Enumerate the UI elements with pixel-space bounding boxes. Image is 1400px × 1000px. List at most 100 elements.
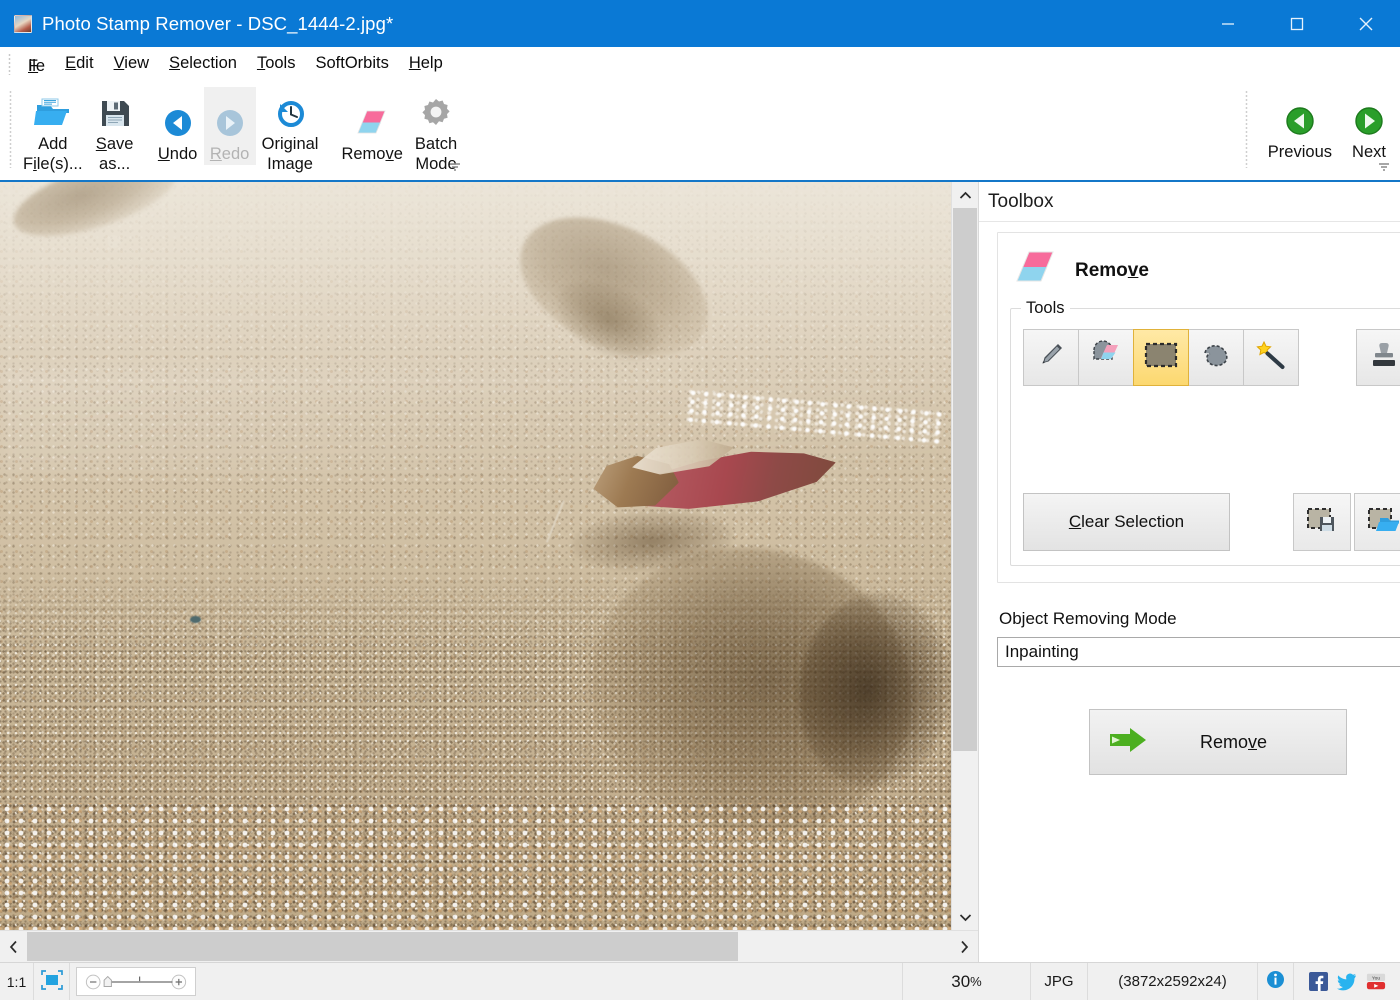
toolbar-button-redo[interactable]: Redo <box>203 87 256 165</box>
minimize-button[interactable] <box>1193 0 1262 47</box>
window-title: Photo Stamp Remover - DSC_1444-2.jpg* <box>42 12 394 34</box>
horizontal-scroll-thumb[interactable] <box>27 932 739 961</box>
save-selection-icon <box>1306 506 1338 539</box>
toolbar-file-group: Add File(s)... Save as... Undo Redo Orig… <box>17 80 463 180</box>
toolbar-button-next[interactable]: Next <box>1338 87 1400 163</box>
vertical-scroll-track[interactable] <box>952 208 978 904</box>
toolbar-label-next: Next <box>1352 143 1386 161</box>
tool-button-rectangle-selection[interactable] <box>1133 329 1189 386</box>
remove-panel-header: Remove <box>1014 249 1400 292</box>
remove-button-label: Remove <box>1199 731 1268 752</box>
horizontal-scroll-track[interactable] <box>27 931 951 962</box>
file-format-display: JPG <box>1031 963 1088 1000</box>
tool-button-eraser[interactable] <box>1078 329 1134 386</box>
save-selection-button[interactable] <box>1293 493 1351 551</box>
menu-item-softorbits[interactable]: SoftOrbits <box>305 51 398 76</box>
remove-button[interactable]: Remove <box>1088 709 1347 775</box>
tool-button-magic-wand[interactable] <box>1243 329 1299 386</box>
remove-action-row: Remove <box>997 709 1400 775</box>
object-removing-mode-label: Object Removing Mode <box>999 609 1177 628</box>
status-bar: 1:1 30% JPG (3872x2592x24) You <box>0 962 1400 1000</box>
fit-to-window-button[interactable] <box>34 963 70 1000</box>
tool-button-lasso-selection[interactable] <box>1188 329 1244 386</box>
toolbox-header: Toolbox × <box>979 182 1400 222</box>
green-arrow-icon <box>1108 725 1150 760</box>
menu-item-tools[interactable]: Tools <box>247 51 306 76</box>
toolbar-label-remove: Remove <box>341 145 403 163</box>
gear-icon <box>419 92 453 134</box>
horizontal-scrollbar[interactable] <box>0 930 978 962</box>
remove-panel: Remove Tools Clear Selection <box>997 232 1400 583</box>
toolbar-grip-icon <box>9 90 12 168</box>
menu-item-view[interactable]: View <box>104 51 159 76</box>
menu-item-selection[interactable]: Selection <box>159 51 247 76</box>
title-bar: Photo Stamp Remover - DSC_1444-2.jpg* <box>0 0 1400 47</box>
status-bar-message-area <box>202 963 903 1000</box>
zoom-slider[interactable] <box>76 967 196 996</box>
scroll-left-chevron-icon[interactable] <box>0 931 27 962</box>
tool-button-clone-stamp[interactable] <box>1356 329 1400 386</box>
marker-pencil-icon <box>1036 340 1066 375</box>
toolbar-label-save-as-line1: Save <box>95 135 134 153</box>
toolbar-overflow-chevron-icon[interactable] <box>448 162 462 175</box>
toolbar-label-previous: Previous <box>1267 143 1332 161</box>
maximize-button[interactable] <box>1262 0 1331 47</box>
load-selection-icon <box>1367 506 1399 539</box>
eraser-icon <box>1014 249 1058 292</box>
info-icon <box>1266 970 1285 993</box>
scroll-down-chevron-icon[interactable] <box>952 904 978 930</box>
toolbar-label-redo: Redo <box>209 145 250 163</box>
vertical-scrollbar[interactable] <box>951 182 978 930</box>
photo-thumbnail-icon <box>14 14 32 33</box>
toolbar-navigation-group: Previous Next <box>1236 80 1400 180</box>
menu-item-file[interactable]: FFileile <box>18 49 55 79</box>
toolbar-label-undo: Undo <box>157 145 198 163</box>
facebook-icon[interactable] <box>1308 972 1328 992</box>
floppy-disk-icon <box>98 92 132 134</box>
toolbar-label-add-files-line1: Add <box>38 135 68 153</box>
selection-actions-row: Clear Selection <box>1023 493 1400 551</box>
green-left-arrow-icon <box>1284 100 1316 142</box>
zoom-percent-value: 30 <box>951 971 971 991</box>
toolbar-button-original-image[interactable]: Original Image <box>256 87 325 175</box>
zoom-percent-unit: % <box>970 974 982 989</box>
toolbar-button-previous[interactable]: Previous <box>1262 87 1338 163</box>
clear-selection-button[interactable]: Clear Selection <box>1023 493 1230 551</box>
object-removing-mode-select[interactable]: Inpainting <box>997 637 1400 667</box>
small-pebble <box>190 615 202 623</box>
menu-item-edit[interactable]: Edit <box>55 51 103 76</box>
vertical-scroll-thumb[interactable] <box>953 208 977 751</box>
toolbox-content: Remove Tools Clear Selection Object Remo… <box>979 222 1400 962</box>
tool-button-marker[interactable] <box>1023 329 1079 386</box>
undo-arrow-icon <box>162 102 194 144</box>
social-links: You <box>1294 963 1400 1000</box>
load-selection-button[interactable] <box>1354 493 1400 551</box>
toolbar-button-undo[interactable]: Undo <box>152 87 204 165</box>
toolbar-button-remove[interactable]: Remove <box>335 87 408 165</box>
close-button[interactable] <box>1331 0 1400 47</box>
eraser-selection-icon <box>1090 340 1122 375</box>
twitter-icon[interactable] <box>1337 972 1357 992</box>
window-controls <box>1193 0 1400 47</box>
fit-to-window-icon <box>40 969 63 994</box>
toolbar-nav-overflow-chevron-icon[interactable] <box>1377 162 1391 175</box>
toolbox-panel: Toolbox × Remove <box>978 182 1400 962</box>
toolbar-nav-grip-icon <box>1244 90 1248 168</box>
toolbar-button-add-files[interactable]: Add File(s)... <box>17 87 89 175</box>
foreground-shell-debris <box>0 802 951 930</box>
open-folder-icon <box>33 92 73 134</box>
scroll-up-chevron-icon[interactable] <box>952 182 978 208</box>
clear-selection-label: Clear Selection <box>1068 512 1185 531</box>
toolbar-label-add-files-line2: File(s)... <box>23 155 83 173</box>
info-button[interactable] <box>1258 963 1294 1000</box>
menu-bar: FFileile Edit View Selection Tools SoftO… <box>0 47 1400 80</box>
scroll-right-chevron-icon[interactable] <box>951 931 978 962</box>
menu-item-help[interactable]: Help <box>399 51 453 76</box>
youtube-icon[interactable]: You <box>1366 972 1386 992</box>
svg-text:You: You <box>1372 976 1381 982</box>
tools-row <box>1023 329 1400 386</box>
tools-groupbox: Tools Clear Selection <box>1010 299 1400 566</box>
toolbar-button-save-as[interactable]: Save as... <box>89 87 141 175</box>
image-canvas[interactable] <box>0 182 951 930</box>
zoom-ratio-label[interactable]: 1:1 <box>0 963 34 1000</box>
